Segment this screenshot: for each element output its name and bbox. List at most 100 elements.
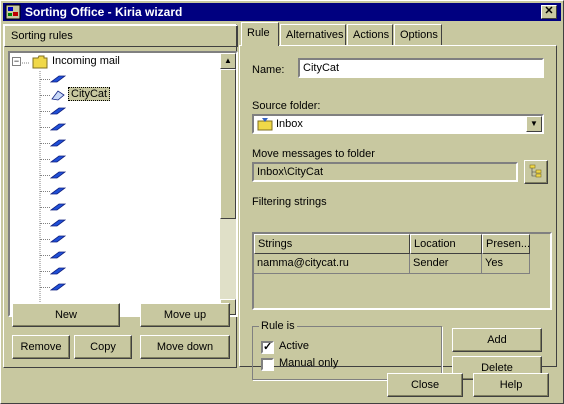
close-button[interactable]: Close bbox=[387, 373, 463, 397]
tree-connector bbox=[40, 111, 50, 112]
name-field-value: CityCat bbox=[303, 62, 340, 74]
help-button[interactable]: Help bbox=[473, 373, 549, 397]
tree-connector bbox=[40, 79, 50, 80]
close-button-label: Close bbox=[410, 379, 440, 391]
move-to-folder-value: Inbox\CityCat bbox=[257, 166, 324, 178]
rule-icon bbox=[50, 251, 66, 259]
rule-icon bbox=[50, 107, 66, 115]
tree-connector bbox=[40, 159, 50, 160]
close-icon: ✕ bbox=[544, 5, 554, 17]
source-folder-label: Source folder: bbox=[252, 100, 321, 112]
new-button-label: New bbox=[54, 309, 77, 321]
grid-cell-presence[interactable]: Yes bbox=[482, 254, 530, 274]
rule-item-label: CityCat bbox=[68, 87, 111, 101]
collapse-icon[interactable]: − bbox=[12, 57, 21, 66]
help-button-label: Help bbox=[499, 379, 523, 391]
tree-connector bbox=[40, 255, 50, 256]
tab-alternatives[interactable]: Alternatives bbox=[280, 24, 346, 46]
rule-tab-body: Name: CityCat Source folder: Inbox ▼ Mov… bbox=[239, 45, 557, 380]
copy-button[interactable]: Copy bbox=[74, 335, 132, 359]
remove-button[interactable]: Remove bbox=[12, 335, 70, 359]
browse-folder-button[interactable] bbox=[524, 160, 548, 184]
grid-cell-location-value: Sender bbox=[413, 257, 449, 269]
tab-rule-label: Rule bbox=[247, 27, 270, 39]
move-to-folder-label: Move messages to folder bbox=[252, 148, 375, 160]
inbox-icon bbox=[257, 118, 273, 131]
close-window-button[interactable]: ✕ bbox=[541, 5, 557, 19]
rule-icon bbox=[50, 155, 66, 163]
rule-icon bbox=[50, 171, 66, 179]
wizard-window: Sorting Office - Kiria wizard ✕ Sorting … bbox=[0, 0, 564, 404]
tab-actions[interactable]: Actions bbox=[347, 24, 393, 46]
tree-connector bbox=[40, 143, 50, 144]
sorting-rules-pane: Sorting rules − Incoming mail CityCat ▲ bbox=[3, 24, 238, 368]
tree-connector bbox=[40, 127, 50, 128]
grid-cell-string[interactable]: namma@citycat.ru bbox=[254, 254, 410, 274]
chevron-down-icon: ▼ bbox=[530, 119, 538, 128]
sorting-rules-title: Sorting rules bbox=[11, 30, 73, 42]
app-icon bbox=[5, 4, 21, 20]
rule-icon bbox=[50, 203, 66, 211]
tab-actions-label: Actions bbox=[353, 29, 390, 41]
move-to-folder-field: Inbox\CityCat bbox=[252, 162, 518, 182]
tree-connector bbox=[40, 271, 50, 272]
scroll-up-button[interactable]: ▲ bbox=[220, 53, 236, 69]
tree-connector bbox=[40, 95, 50, 96]
rule-icon bbox=[50, 267, 66, 275]
rule-icon bbox=[50, 75, 66, 83]
source-folder-select[interactable]: Inbox ▼ bbox=[252, 114, 544, 134]
grid-header-presence[interactable]: Presen... bbox=[482, 234, 530, 254]
tree-connector bbox=[40, 191, 50, 192]
grid-header-location[interactable]: Location bbox=[410, 234, 482, 254]
grid-cell-location[interactable]: Sender bbox=[410, 254, 482, 274]
check-icon: ✓ bbox=[263, 341, 273, 353]
new-button[interactable]: New bbox=[12, 303, 120, 327]
grid-header-presence-label: Presen... bbox=[486, 238, 530, 250]
arrow-up-icon: ▲ bbox=[224, 56, 232, 65]
rule-icon bbox=[51, 90, 65, 101]
rule-icon bbox=[50, 283, 66, 291]
rule-icon bbox=[50, 123, 66, 131]
move-up-button-label: Move up bbox=[163, 309, 207, 321]
move-up-button[interactable]: Move up bbox=[140, 303, 230, 327]
add-button-label: Add bbox=[487, 334, 507, 346]
folder-tree-icon bbox=[529, 164, 542, 178]
active-label: Active bbox=[279, 340, 309, 352]
move-down-button-label: Move down bbox=[156, 341, 214, 353]
tree-scrollbar[interactable]: ▲ ▼ bbox=[220, 53, 236, 315]
tree-connector bbox=[40, 175, 50, 176]
add-button[interactable]: Add bbox=[452, 328, 542, 352]
tab-options-label: Options bbox=[400, 29, 438, 41]
name-label: Name: bbox=[252, 64, 285, 76]
filtering-strings-label: Filtering strings bbox=[252, 196, 327, 208]
folder-icon bbox=[32, 55, 48, 69]
grid-header-strings[interactable]: Strings bbox=[254, 234, 410, 254]
active-checkbox[interactable]: ✓ bbox=[261, 341, 274, 354]
rules-tree[interactable]: − Incoming mail CityCat ▲ ▼ bbox=[8, 51, 238, 317]
tree-connector bbox=[40, 223, 50, 224]
footer-bar: Close Help bbox=[3, 369, 561, 401]
source-folder-value: Inbox bbox=[276, 118, 303, 130]
dropdown-button[interactable]: ▼ bbox=[526, 116, 542, 132]
sorting-rules-header: Sorting rules bbox=[4, 25, 238, 47]
rule-icon bbox=[50, 219, 66, 227]
rule-icon bbox=[50, 139, 66, 147]
manual-only-label: Manual only bbox=[279, 357, 339, 369]
tree-connector bbox=[40, 287, 50, 288]
tab-options[interactable]: Options bbox=[394, 24, 442, 46]
name-field[interactable]: CityCat bbox=[298, 58, 544, 78]
grid-cell-presence-value: Yes bbox=[485, 257, 503, 269]
tab-alternatives-label: Alternatives bbox=[286, 29, 344, 41]
filtering-strings-grid[interactable]: Strings Location Presen... namma@citycat… bbox=[252, 232, 552, 310]
tree-connector bbox=[40, 239, 50, 240]
grid-cell-string-value: namma@citycat.ru bbox=[257, 257, 349, 269]
scroll-thumb[interactable] bbox=[220, 69, 236, 219]
grid-header-location-label: Location bbox=[414, 238, 456, 250]
tab-rule[interactable]: Rule bbox=[241, 22, 279, 46]
rule-is-label: Rule is bbox=[259, 320, 297, 332]
remove-button-label: Remove bbox=[20, 341, 62, 353]
move-down-button[interactable]: Move down bbox=[140, 335, 230, 359]
copy-button-label: Copy bbox=[90, 341, 116, 353]
rule-icon bbox=[50, 187, 66, 195]
tree-connector bbox=[40, 207, 50, 208]
